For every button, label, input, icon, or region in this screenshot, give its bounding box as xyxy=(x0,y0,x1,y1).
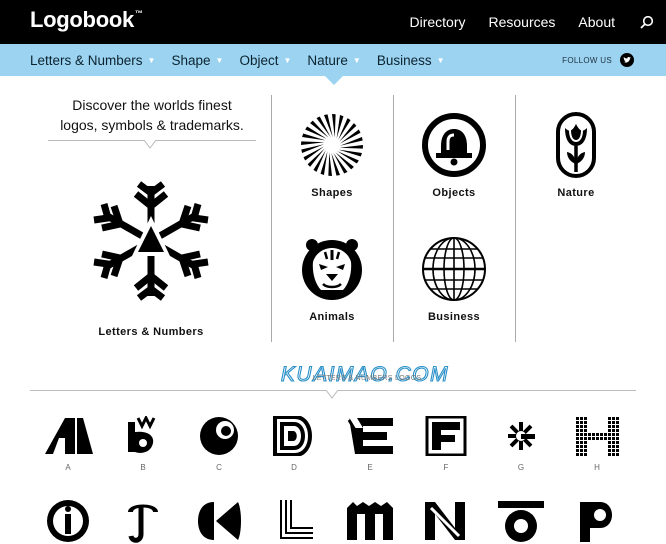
letter-f-logo-icon xyxy=(425,416,467,456)
letter-l-logo-icon xyxy=(280,500,313,539)
brand-name: Logobook xyxy=(30,7,134,32)
nav-resources[interactable]: Resources xyxy=(488,14,555,30)
caret-down-icon: ▼ xyxy=(215,55,224,65)
twitter-icon[interactable] xyxy=(620,53,634,67)
tulip-logo-icon xyxy=(556,112,596,178)
intro-line-1: Discover the worlds finest xyxy=(72,97,232,113)
card-label: Shapes xyxy=(311,187,353,199)
letter-caption: B xyxy=(140,463,146,472)
follow-us: FOLLOW US xyxy=(562,44,634,76)
card-label: Nature xyxy=(557,187,595,199)
letter-n-logo-icon xyxy=(425,502,465,540)
letter-e-logo-icon xyxy=(347,418,393,454)
tiger-logo-icon xyxy=(302,239,362,300)
menu-pointer xyxy=(325,76,343,85)
letter-a-logo-icon xyxy=(45,418,93,454)
letter-logo-f[interactable]: F xyxy=(416,416,476,472)
divider-notch xyxy=(144,140,156,149)
letter-logo-k[interactable] xyxy=(189,498,249,544)
letter-g-logo-icon xyxy=(508,422,535,450)
category-card-business[interactable]: Business xyxy=(393,236,515,323)
caret-down-icon: ▼ xyxy=(283,55,292,65)
intro-line-2: logos, symbols & trademarks. xyxy=(60,117,244,133)
letter-logo-d[interactable]: D xyxy=(264,416,324,472)
letter-m-logo-icon xyxy=(347,502,393,540)
featured-label[interactable]: Letters & Numbers xyxy=(48,326,254,338)
category-card-animals[interactable]: Animals xyxy=(271,236,393,323)
letter-logo-j[interactable] xyxy=(113,498,173,544)
category-card-nature[interactable]: Nature xyxy=(515,112,637,199)
category-object[interactable]: Object ▼ xyxy=(239,53,291,68)
letter-k-logo-icon xyxy=(198,502,241,540)
bell-logo-icon xyxy=(422,113,486,177)
letter-b-logo-icon xyxy=(128,416,156,453)
category-label: Letters & Numbers xyxy=(30,52,143,68)
nav-about[interactable]: About xyxy=(578,14,615,30)
letter-logo-b[interactable]: B xyxy=(113,416,173,472)
section-title: LETTERS & NUMBERS LOGOS xyxy=(312,375,422,382)
letter-o-logo-icon xyxy=(498,501,544,542)
search-icon[interactable] xyxy=(640,15,654,29)
letter-caption: C xyxy=(216,463,222,472)
category-shape[interactable]: Shape ▼ xyxy=(171,53,223,68)
letter-caption: E xyxy=(367,463,373,472)
category-card-shapes[interactable]: Shapes xyxy=(271,112,393,199)
letter-p-logo-icon xyxy=(580,502,612,542)
watermark-overlay: KUAIMAO.COM xyxy=(280,362,448,386)
letter-c-logo-icon xyxy=(200,417,238,455)
letter-logo-i[interactable] xyxy=(38,498,98,544)
letter-logo-a[interactable]: A xyxy=(38,416,98,472)
follow-label: FOLLOW US xyxy=(562,55,612,65)
top-bar: Logobook™ Directory Resources About xyxy=(0,0,666,44)
letter-logo-g[interactable]: G xyxy=(491,416,551,472)
caret-down-icon: ▼ xyxy=(352,55,361,65)
letter-logo-n[interactable] xyxy=(416,498,476,544)
letter-caption: H xyxy=(594,463,600,472)
letter-i-logo-icon xyxy=(47,500,89,542)
letter-logo-e[interactable]: E xyxy=(340,416,400,472)
card-label: Business xyxy=(427,311,481,323)
trademark-mark: ™ xyxy=(134,9,143,18)
letter-logo-p[interactable] xyxy=(567,498,627,544)
caret-down-icon: ▼ xyxy=(147,55,156,65)
letter-logo-l[interactable] xyxy=(264,498,324,544)
card-label: Animals xyxy=(309,311,355,323)
category-letters-numbers[interactable]: Letters & Numbers ▼ xyxy=(30,53,155,68)
letter-caption: D xyxy=(291,463,297,472)
category-nature[interactable]: Nature ▼ xyxy=(307,53,360,68)
category-card-objects[interactable]: Objects xyxy=(393,112,515,199)
top-nav: Directory Resources About xyxy=(409,0,654,44)
letter-d-logo-icon xyxy=(273,416,312,456)
letter-h-logo-icon xyxy=(576,417,619,456)
letter-caption: G xyxy=(517,463,525,472)
globe-logo-icon xyxy=(422,237,486,301)
category-menu: Letters & Numbers ▼ Shape ▼ Object ▼ Nature… xyxy=(30,44,461,76)
divider-notch xyxy=(326,390,338,399)
letter-caption: A xyxy=(65,463,71,472)
snowflake-a-logo-icon[interactable] xyxy=(84,180,218,302)
category-business[interactable]: Business ▼ xyxy=(377,53,445,68)
letter-logo-o[interactable] xyxy=(491,498,551,544)
nav-directory[interactable]: Directory xyxy=(409,14,465,30)
category-label: Shape xyxy=(171,52,211,68)
brand-logo[interactable]: Logobook™ xyxy=(30,7,143,33)
category-label: Object xyxy=(239,52,279,68)
letter-caption: F xyxy=(443,463,449,472)
category-label: Nature xyxy=(307,52,348,68)
category-label: Business xyxy=(376,52,432,68)
letter-logo-m[interactable] xyxy=(340,498,400,544)
letter-logo-c[interactable]: C xyxy=(189,416,249,472)
caret-down-icon: ▼ xyxy=(436,55,445,65)
card-label: Objects xyxy=(432,187,476,199)
category-bar: Letters & Numbers ▼ Shape ▼ Object ▼ Nature… xyxy=(0,44,666,76)
sunburst-logo-icon xyxy=(301,114,363,176)
letter-j-logo-icon xyxy=(128,504,158,543)
intro-tagline: Discover the worlds finest logos, symbol… xyxy=(48,95,256,135)
letter-logo-h[interactable]: H xyxy=(567,416,627,472)
